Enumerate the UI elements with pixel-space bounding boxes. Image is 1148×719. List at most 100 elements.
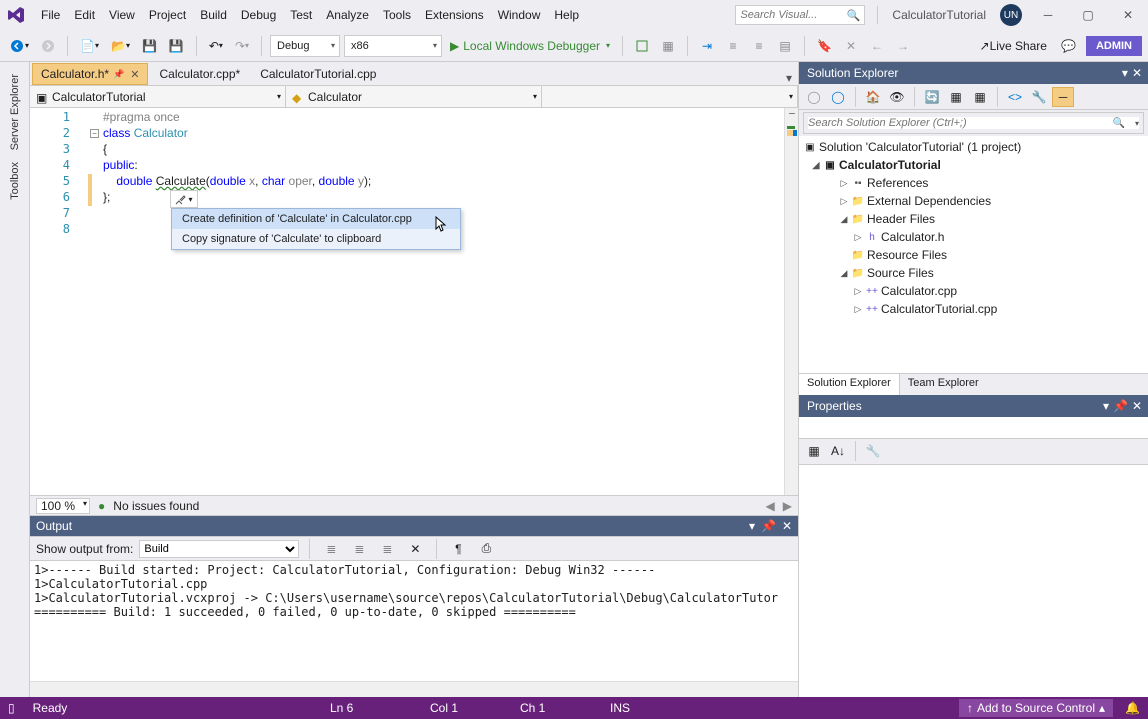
save-button[interactable]: 💾 bbox=[138, 35, 161, 57]
tb-icon-2[interactable]: ▦ bbox=[657, 35, 679, 57]
qa-copy-signature[interactable]: Copy signature of 'Calculate' to clipboa… bbox=[172, 229, 460, 249]
prop-wrench-icon[interactable]: 🔧 bbox=[862, 441, 884, 461]
zoom-combo[interactable]: 100 % bbox=[36, 498, 90, 514]
nav-fwd-button[interactable] bbox=[37, 35, 59, 57]
code-editor[interactable]: 12345678 #pragma once−class Calculator{p… bbox=[30, 108, 798, 495]
nav-scope-combo[interactable]: ▣CalculatorTutorial bbox=[30, 86, 286, 107]
window-maximize[interactable]: ▢ bbox=[1068, 0, 1108, 30]
properties-grid[interactable] bbox=[799, 465, 1148, 698]
se-home-icon[interactable]: 🏠 bbox=[862, 87, 884, 107]
menu-build[interactable]: Build bbox=[193, 4, 234, 26]
prop-pin-icon[interactable]: 📌 bbox=[1113, 399, 1128, 413]
output-text[interactable]: 1>------ Build started: Project: Calcula… bbox=[30, 561, 798, 681]
bookmark-icon[interactable]: 🔖 bbox=[813, 35, 836, 57]
tb-icon-8[interactable]: ← bbox=[866, 35, 888, 57]
pin-icon[interactable]: 📌 bbox=[113, 69, 124, 80]
output-icon-3[interactable]: ≣ bbox=[376, 538, 398, 560]
menu-project[interactable]: Project bbox=[142, 4, 193, 26]
platform-combo[interactable]: x86 bbox=[344, 35, 442, 57]
tab-calculator-cpp[interactable]: Calculator.cpp* bbox=[150, 63, 249, 85]
nav-member-combo[interactable] bbox=[542, 86, 798, 107]
prop-cat-icon[interactable]: ▦ bbox=[803, 441, 825, 461]
tree-node[interactable]: 📁Resource Files bbox=[799, 246, 1148, 264]
menu-window[interactable]: Window bbox=[491, 4, 548, 26]
new-project-button[interactable]: 📄▾ bbox=[76, 35, 103, 57]
se-close-icon[interactable]: ✕ bbox=[1132, 66, 1142, 80]
redo-button[interactable]: ↷▾ bbox=[231, 35, 253, 57]
notifications-icon[interactable]: 🔔 bbox=[1125, 701, 1140, 715]
menu-file[interactable]: File bbox=[34, 4, 67, 26]
scroll-left-icon[interactable]: ◀ bbox=[766, 499, 775, 513]
se-menu-icon[interactable]: ▾ bbox=[1122, 66, 1128, 80]
output-panel-header[interactable]: Output ▾ 📌 ✕ bbox=[30, 515, 798, 537]
menu-view[interactable]: View bbox=[102, 4, 142, 26]
quick-launch-input[interactable] bbox=[740, 9, 860, 21]
open-button[interactable]: 📂▾ bbox=[107, 35, 134, 57]
add-source-control-button[interactable]: ↑ Add to Source Control ▴ bbox=[959, 699, 1113, 717]
feedback-icon[interactable]: 💬 bbox=[1057, 35, 1080, 57]
nav-back-button[interactable]: ▾ bbox=[6, 35, 33, 57]
prop-close-icon[interactable]: ✕ bbox=[1132, 399, 1142, 413]
properties-header[interactable]: Properties ▾📌✕ bbox=[799, 395, 1148, 417]
tree-node[interactable]: ▷📁External Dependencies bbox=[799, 192, 1148, 210]
quick-launch-search[interactable]: 🔍 bbox=[735, 5, 865, 25]
scroll-right-icon[interactable]: ▶ bbox=[783, 499, 792, 513]
output-scrollbar[interactable] bbox=[30, 681, 798, 697]
quick-action-button[interactable] bbox=[170, 190, 198, 208]
output-icon-1[interactable]: ≣ bbox=[320, 538, 342, 560]
overview-ruler[interactable]: ─ bbox=[784, 108, 798, 495]
tb-icon-3[interactable]: ⇥ bbox=[696, 35, 718, 57]
qa-create-definition[interactable]: Create definition of 'Calculate' in Calc… bbox=[172, 209, 460, 229]
tree-node[interactable]: ▷•▪References bbox=[799, 174, 1148, 192]
chevron-down-icon[interactable]: ▾ bbox=[1135, 119, 1139, 128]
tab-team-explorer[interactable]: Team Explorer bbox=[900, 374, 987, 395]
split-icon[interactable]: ─ bbox=[785, 108, 798, 118]
menu-test[interactable]: Test bbox=[283, 4, 319, 26]
menu-help[interactable]: Help bbox=[547, 4, 586, 26]
tb-icon-1[interactable] bbox=[631, 35, 653, 57]
se-collapse-icon[interactable]: ─ bbox=[1052, 87, 1074, 107]
tree-node[interactable]: ▷++CalculatorTutorial.cpp bbox=[799, 300, 1148, 318]
menu-extensions[interactable]: Extensions bbox=[418, 4, 491, 26]
menu-analyze[interactable]: Analyze bbox=[319, 4, 376, 26]
prop-az-icon[interactable]: A↓ bbox=[827, 441, 849, 461]
se-icon-3[interactable]: ▦ bbox=[969, 87, 991, 107]
project-node[interactable]: ◢ ▣ CalculatorTutorial bbox=[799, 156, 1148, 174]
panel-menu-icon[interactable]: ▾ bbox=[749, 519, 755, 533]
solution-explorer-header[interactable]: Solution Explorer ▾✕ bbox=[799, 62, 1148, 84]
solution-name-badge[interactable]: CalculatorTutorial bbox=[877, 6, 1000, 24]
code-body[interactable]: #pragma once−class Calculator{public: do… bbox=[90, 108, 371, 495]
config-combo[interactable]: Debug bbox=[270, 35, 340, 57]
window-minimize[interactable]: ─ bbox=[1028, 0, 1068, 30]
live-share-button[interactable]: ↗ Live Share bbox=[976, 35, 1051, 57]
tb-icon-5[interactable]: ≡ bbox=[748, 35, 770, 57]
menu-tools[interactable]: Tools bbox=[376, 4, 418, 26]
menu-edit[interactable]: Edit bbox=[67, 4, 102, 26]
se-fwd-icon[interactable]: ◯ bbox=[827, 87, 849, 107]
menu-debug[interactable]: Debug bbox=[234, 4, 283, 26]
user-avatar[interactable]: UN bbox=[1000, 4, 1022, 26]
tree-node[interactable]: ◢📁Source Files bbox=[799, 264, 1148, 282]
toolbox-tab[interactable]: Toolbox bbox=[6, 156, 24, 206]
output-icon-4[interactable]: ⎙ bbox=[475, 538, 497, 560]
solution-tree[interactable]: ▣ Solution 'CalculatorTutorial' (1 proje… bbox=[799, 136, 1148, 373]
output-wrap-icon[interactable]: ¶ bbox=[447, 538, 469, 560]
tab-calculator-h[interactable]: Calculator.h* 📌 ✕ bbox=[32, 63, 148, 85]
tb-icon-4[interactable]: ≡ bbox=[722, 35, 744, 57]
panel-pin-icon[interactable]: 📌 bbox=[761, 519, 776, 533]
se-code-icon[interactable]: <> bbox=[1004, 87, 1026, 107]
window-close[interactable]: ✕ bbox=[1108, 0, 1148, 30]
server-explorer-tab[interactable]: Server Explorer bbox=[6, 68, 24, 156]
tb-icon-7[interactable]: ✕ bbox=[840, 35, 862, 57]
tree-node[interactable]: ▷++Calculator.cpp bbox=[799, 282, 1148, 300]
output-icon-2[interactable]: ≣ bbox=[348, 538, 370, 560]
se-search-input[interactable] bbox=[808, 117, 1139, 129]
se-wrench-icon[interactable]: 🔧 bbox=[1028, 87, 1050, 107]
tree-node[interactable]: ▷hCalculator.h bbox=[799, 228, 1148, 246]
panel-close-icon[interactable]: ✕ bbox=[782, 519, 792, 533]
se-search[interactable]: 🔍 ▾ bbox=[803, 112, 1144, 134]
tab-tutorial-cpp[interactable]: CalculatorTutorial.cpp bbox=[251, 63, 385, 85]
start-debug-button[interactable]: Local Windows Debugger▾ bbox=[446, 35, 614, 57]
se-icon-1[interactable]: 👁 bbox=[886, 87, 908, 107]
output-clear-icon[interactable]: ✕ bbox=[404, 538, 426, 560]
